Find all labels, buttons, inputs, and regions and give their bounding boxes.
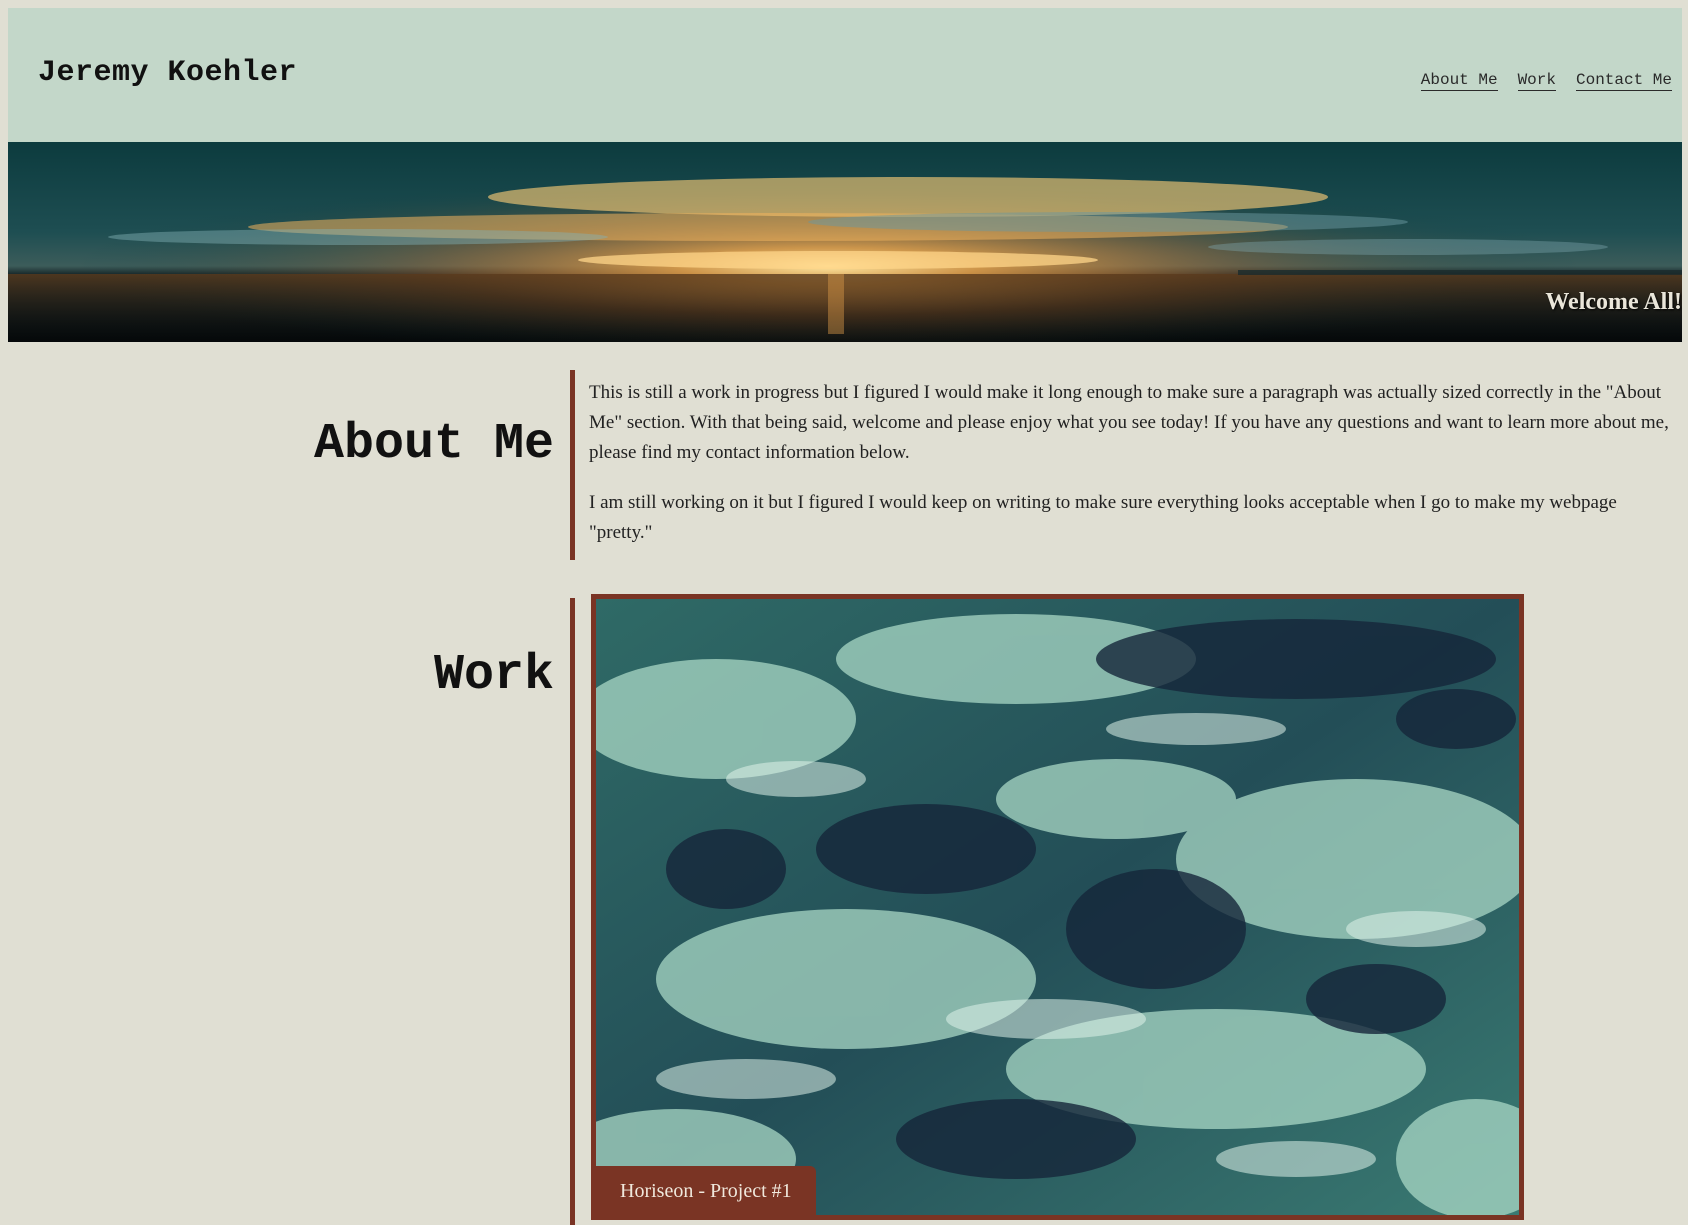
main-nav: About Me Work Contact Me (1420, 72, 1672, 91)
about-paragraph-2: I am still working on it but I figured I… (589, 492, 1617, 543)
hero-tagline: Welcome All! (1545, 289, 1682, 315)
hero-banner: Welcome All! (8, 142, 1682, 342)
nav-link-work[interactable]: Work (1517, 72, 1556, 91)
work-heading: Work (433, 647, 554, 704)
site-title: Jeremy Koehler (38, 56, 298, 90)
site-header: Jeremy Koehler About Me Work Contact Me (8, 8, 1682, 142)
work-section-divider (570, 598, 575, 1225)
page: Jeremy Koehler About Me Work Contact Me (8, 8, 1682, 1225)
project-card-horiseon[interactable]: Horiseon - Project #1 (591, 594, 1524, 1220)
project-label[interactable]: Horiseon - Project #1 (596, 1166, 816, 1215)
about-paragraph-1: This is still a work in progress but I f… (589, 382, 1669, 463)
nav-link-contact-me[interactable]: Contact Me (1575, 72, 1672, 91)
ocean-foam-project-image (596, 599, 1519, 1215)
nav-link-about-me[interactable]: About Me (1420, 72, 1498, 91)
about-me-content: This is still a work in progress but I f… (570, 370, 1670, 560)
about-me-heading: About Me (313, 416, 554, 473)
sunset-hero-image (8, 142, 1682, 342)
